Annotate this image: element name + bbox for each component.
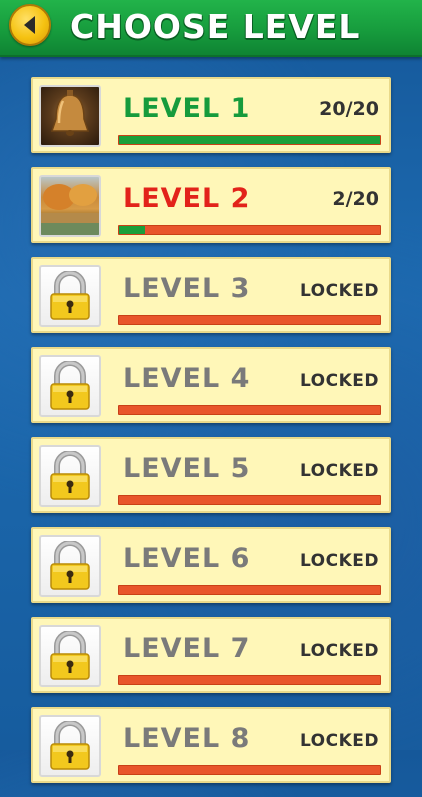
locked-label: LOCKED [299,731,379,751]
level-name: LEVEL 7 [123,633,251,664]
level-card[interactable]: LEVEL 5 LOCKED [31,437,391,513]
locked-label: LOCKED [299,641,379,661]
level-card[interactable]: LEVEL 7 LOCKED [31,617,391,693]
level-thumbnail-autumn [39,175,101,237]
level-name: LEVEL 5 [123,453,251,484]
locked-label: LOCKED [299,551,379,571]
progress-bar [118,225,381,235]
padlock-icon [39,265,101,327]
padlock-icon [39,445,101,507]
back-button[interactable] [9,4,51,46]
level-card[interactable]: LEVEL 2 2/20 [31,167,391,243]
level-name: LEVEL 2 [123,183,251,214]
progress-bar [118,765,381,775]
progress-fill [119,136,380,144]
padlock-icon [39,355,101,417]
level-name: LEVEL 3 [123,273,251,304]
level-name: LEVEL 8 [123,723,251,754]
progress-bar [118,135,381,145]
locked-label: LOCKED [299,281,379,301]
progress-fill [119,226,146,234]
progress-bar [118,675,381,685]
level-card[interactable]: LEVEL 1 20/20 [31,77,391,153]
level-card[interactable]: LEVEL 4 LOCKED [31,347,391,423]
level-score: 2/20 [332,188,379,210]
level-name: LEVEL 6 [123,543,251,574]
page-title: CHOOSE LEVEL [70,7,361,46]
progress-bar [118,315,381,325]
level-card[interactable]: LEVEL 3 LOCKED [31,257,391,333]
progress-bar [118,405,381,415]
level-list: LEVEL 1 20/20 LEVEL 2 2/20 LEVEL 3 LOCKED LE… [31,77,391,797]
level-score: 20/20 [319,98,379,120]
level-card[interactable]: LEVEL 8 LOCKED [31,707,391,783]
level-name: LEVEL 1 [123,93,251,124]
progress-bar [118,585,381,595]
padlock-icon [39,625,101,687]
padlock-icon [39,535,101,597]
padlock-icon [39,715,101,777]
level-thumbnail-bell [39,85,101,147]
progress-bar [118,495,381,505]
level-name: LEVEL 4 [123,363,251,394]
locked-label: LOCKED [299,371,379,391]
level-card[interactable]: LEVEL 6 LOCKED [31,527,391,603]
locked-label: LOCKED [299,461,379,481]
top-bar: CHOOSE LEVEL [0,0,422,57]
back-arrow-icon [24,16,35,34]
